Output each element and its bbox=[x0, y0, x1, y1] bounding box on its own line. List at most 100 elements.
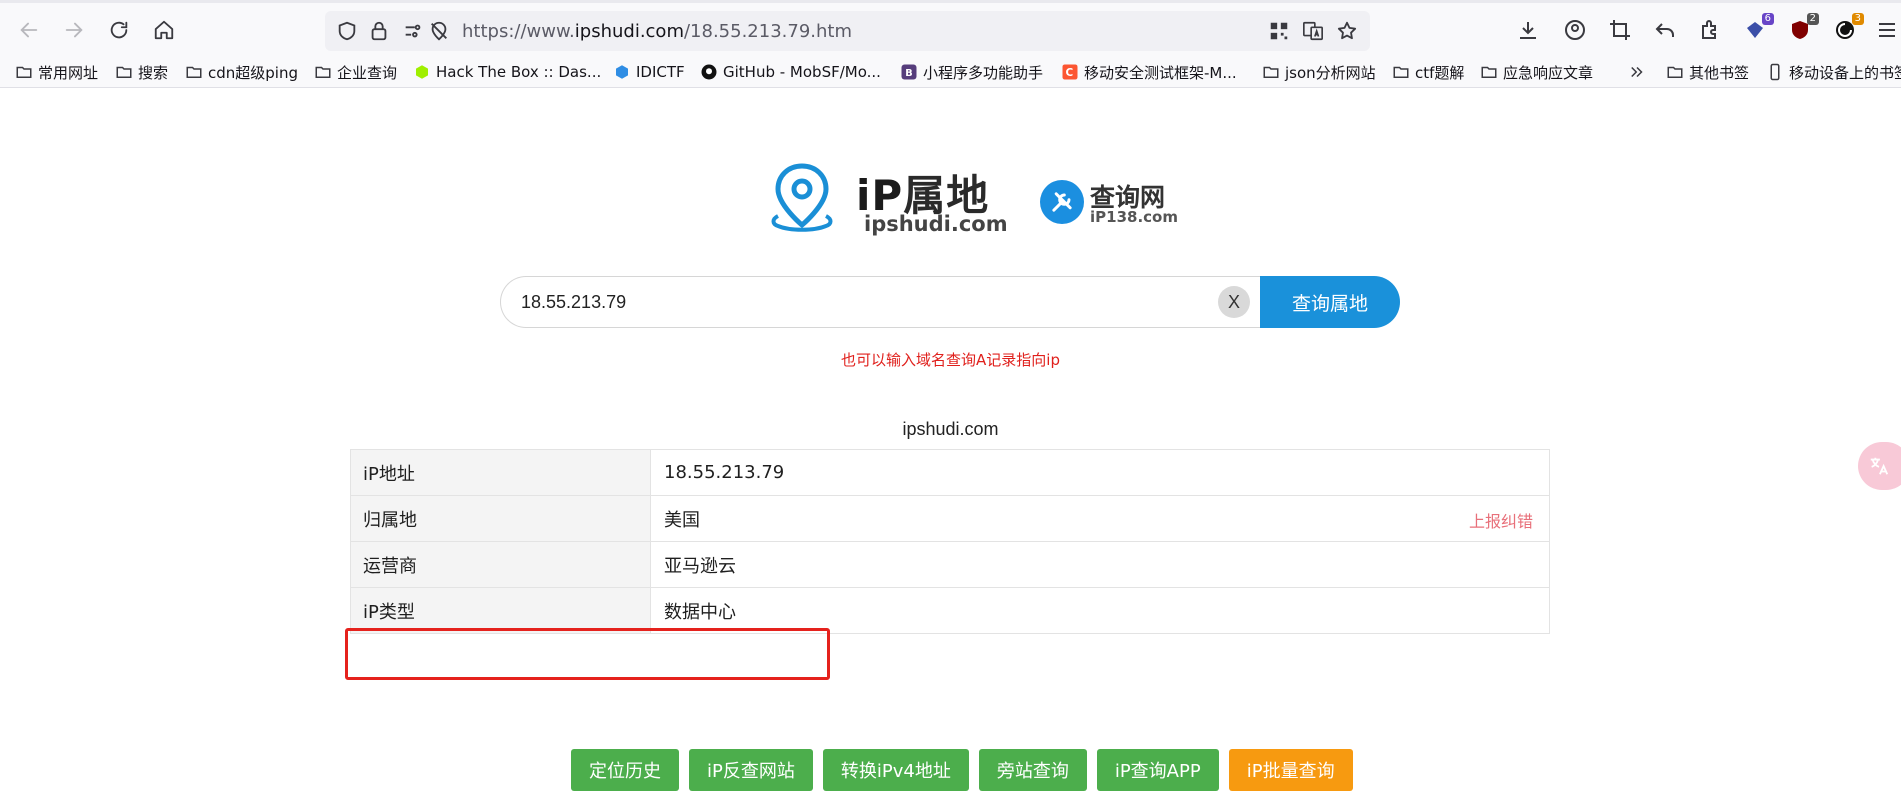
search-bar: X 查询属地 bbox=[500, 276, 1400, 328]
folder-icon bbox=[15, 63, 33, 81]
report-error-link[interactable]: 上报纠错 bbox=[1469, 508, 1533, 532]
home-button[interactable] bbox=[149, 15, 179, 45]
translate-icon[interactable] bbox=[1301, 20, 1325, 42]
floating-translate-button[interactable] bbox=[1858, 442, 1901, 490]
bookmark-label: cdn超级ping bbox=[208, 63, 298, 82]
extension-2-badge: 2 bbox=[1806, 13, 1819, 25]
extension-1-badge: 6 bbox=[1761, 13, 1774, 25]
bookmark-item[interactable]: 其他书签 bbox=[1666, 61, 1749, 83]
htb-icon bbox=[413, 63, 431, 81]
row-value: 18.55.213.79 bbox=[650, 449, 1550, 496]
lock-icon[interactable] bbox=[367, 20, 391, 42]
hamburger-menu-icon bbox=[1879, 23, 1895, 37]
idictf-icon bbox=[613, 63, 631, 81]
downloads-button[interactable] bbox=[1513, 15, 1543, 45]
bookmark-item[interactable]: 搜索 bbox=[115, 61, 168, 83]
back-button[interactable] bbox=[14, 15, 44, 45]
sibling-site-button[interactable]: 旁站查询 bbox=[978, 749, 1087, 791]
bookmark-item[interactable]: 移动设备上的书签 bbox=[1766, 61, 1901, 83]
forward-button[interactable] bbox=[59, 15, 89, 45]
permissions-icon[interactable] bbox=[401, 20, 425, 42]
batch-query-button[interactable]: iP批量查询 bbox=[1228, 749, 1353, 791]
row-value: 美国 bbox=[664, 509, 700, 531]
location-blocked-icon[interactable] bbox=[427, 20, 451, 42]
search-button[interactable]: 查询属地 bbox=[1260, 276, 1400, 328]
bookmark-item[interactable]: cdn超级ping bbox=[185, 61, 298, 83]
row-key: iP类型 bbox=[350, 587, 651, 634]
bookmark-item[interactable]: 应急响应文章 bbox=[1480, 61, 1593, 83]
logo-subtitle: ipshudi.com bbox=[864, 212, 1008, 236]
bookmark-label: 搜索 bbox=[138, 63, 169, 82]
result-source-label: ipshudi.com bbox=[902, 419, 999, 439]
search-hint: 也可以输入域名查询A记录指向ip bbox=[841, 351, 1060, 369]
extension-2-button[interactable]: 2 bbox=[1785, 13, 1819, 45]
row-value: 数据中心 bbox=[650, 587, 1550, 634]
table-row: iP类型 数据中心 bbox=[350, 587, 1550, 634]
translate-icon bbox=[1870, 457, 1889, 475]
bookmark-label: 其他书签 bbox=[1689, 63, 1750, 82]
undo-icon bbox=[1655, 23, 1674, 37]
table-row: 运营商 亚马逊云 bbox=[350, 541, 1550, 588]
bookmark-item[interactable]: json分析网站 bbox=[1262, 61, 1376, 83]
bookmark-item[interactable]: ctf题解 bbox=[1392, 61, 1464, 83]
ip-app-button[interactable]: iP查询APP bbox=[1096, 749, 1219, 791]
menu-button[interactable] bbox=[1872, 15, 1901, 45]
table-row: 归属地 美国 上报纠错 bbox=[350, 495, 1550, 542]
svg-text:B: B bbox=[905, 68, 912, 79]
extension-3-button[interactable]: 3 bbox=[1830, 13, 1864, 45]
bookmark-label: 常用网址 bbox=[38, 63, 99, 82]
download-icon bbox=[1520, 22, 1536, 39]
extension-1-button[interactable]: 6 bbox=[1740, 13, 1774, 45]
address-bar[interactable]: https://www.ipshudi.com/18.55.213.79.htm bbox=[325, 11, 1370, 51]
shield-icon[interactable] bbox=[335, 20, 359, 42]
bookmark-label: 移动安全测试框架-M... bbox=[1084, 63, 1237, 82]
bookmark-label: 应急响应文章 bbox=[1503, 63, 1594, 82]
folder-icon bbox=[1262, 63, 1280, 81]
csdn-icon: C bbox=[1061, 63, 1079, 81]
bookmark-item[interactable]: C 移动安全测试框架-M... bbox=[1061, 61, 1237, 83]
site-logo[interactable]: iP属地 ipshudi.com 查询网 iP138.com bbox=[768, 162, 1178, 242]
folder-icon bbox=[115, 63, 133, 81]
bookmark-item[interactable]: 常用网址 bbox=[15, 61, 98, 83]
bookmark-label: json分析网站 bbox=[1285, 63, 1376, 82]
undo-close-tab-button[interactable] bbox=[1650, 15, 1680, 45]
account-button[interactable] bbox=[1560, 15, 1590, 45]
row-key: iP地址 bbox=[350, 449, 651, 496]
crop-button[interactable] bbox=[1605, 15, 1635, 45]
reverse-ip-button[interactable]: iP反查网站 bbox=[689, 749, 813, 791]
bookmarks-toolbar: 常用网址 搜索 cdn超级ping 企业查询 Hack The Box :: D… bbox=[0, 53, 1901, 88]
bookmarks-overflow-button[interactable] bbox=[1628, 61, 1651, 83]
folder-icon bbox=[314, 63, 332, 81]
table-row: iP地址 18.55.213.79 bbox=[350, 449, 1550, 496]
bootstrap-icon: B bbox=[900, 63, 918, 81]
convert-ipv4-button[interactable]: 转换iPv4地址 bbox=[822, 749, 969, 791]
account-icon bbox=[1565, 20, 1585, 40]
folder-icon bbox=[1392, 63, 1410, 81]
reload-button[interactable] bbox=[104, 15, 134, 45]
crop-icon bbox=[1610, 20, 1630, 40]
annotation-highlight-box bbox=[345, 628, 830, 680]
star-icon[interactable] bbox=[1335, 20, 1359, 42]
row-key: 归属地 bbox=[350, 495, 651, 542]
tools-icon bbox=[1040, 180, 1084, 224]
bookmark-item[interactable]: IDICTF bbox=[613, 61, 685, 83]
row-value: 亚马逊云 bbox=[650, 541, 1550, 588]
bookmark-label: 移动设备上的书签 bbox=[1789, 63, 1901, 82]
url-text[interactable]: https://www.ipshudi.com/18.55.213.79.htm bbox=[462, 21, 852, 42]
location-history-button[interactable]: 定位历史 bbox=[571, 749, 679, 791]
ip-search-input[interactable] bbox=[500, 276, 1260, 328]
qrcode-icon[interactable] bbox=[1267, 20, 1291, 42]
folder-icon bbox=[1666, 63, 1684, 81]
bookmark-item[interactable]: 企业查询 bbox=[314, 61, 397, 83]
mobile-icon bbox=[1766, 63, 1784, 81]
bookmark-item[interactable]: GitHub - MobSF/Mo... bbox=[700, 61, 881, 83]
svg-text:C: C bbox=[1066, 67, 1074, 79]
folder-icon bbox=[185, 63, 203, 81]
clear-input-button[interactable]: X bbox=[1218, 286, 1250, 318]
folder-icon bbox=[1480, 63, 1498, 81]
bookmark-item[interactable]: B 小程序多功能助手 bbox=[900, 61, 1043, 83]
bookmark-item[interactable]: Hack The Box :: Das... bbox=[413, 61, 601, 83]
chevron-double-right-icon bbox=[1628, 63, 1646, 81]
bookmark-label: Hack The Box :: Das... bbox=[436, 63, 602, 81]
extensions-button[interactable] bbox=[1695, 15, 1725, 45]
